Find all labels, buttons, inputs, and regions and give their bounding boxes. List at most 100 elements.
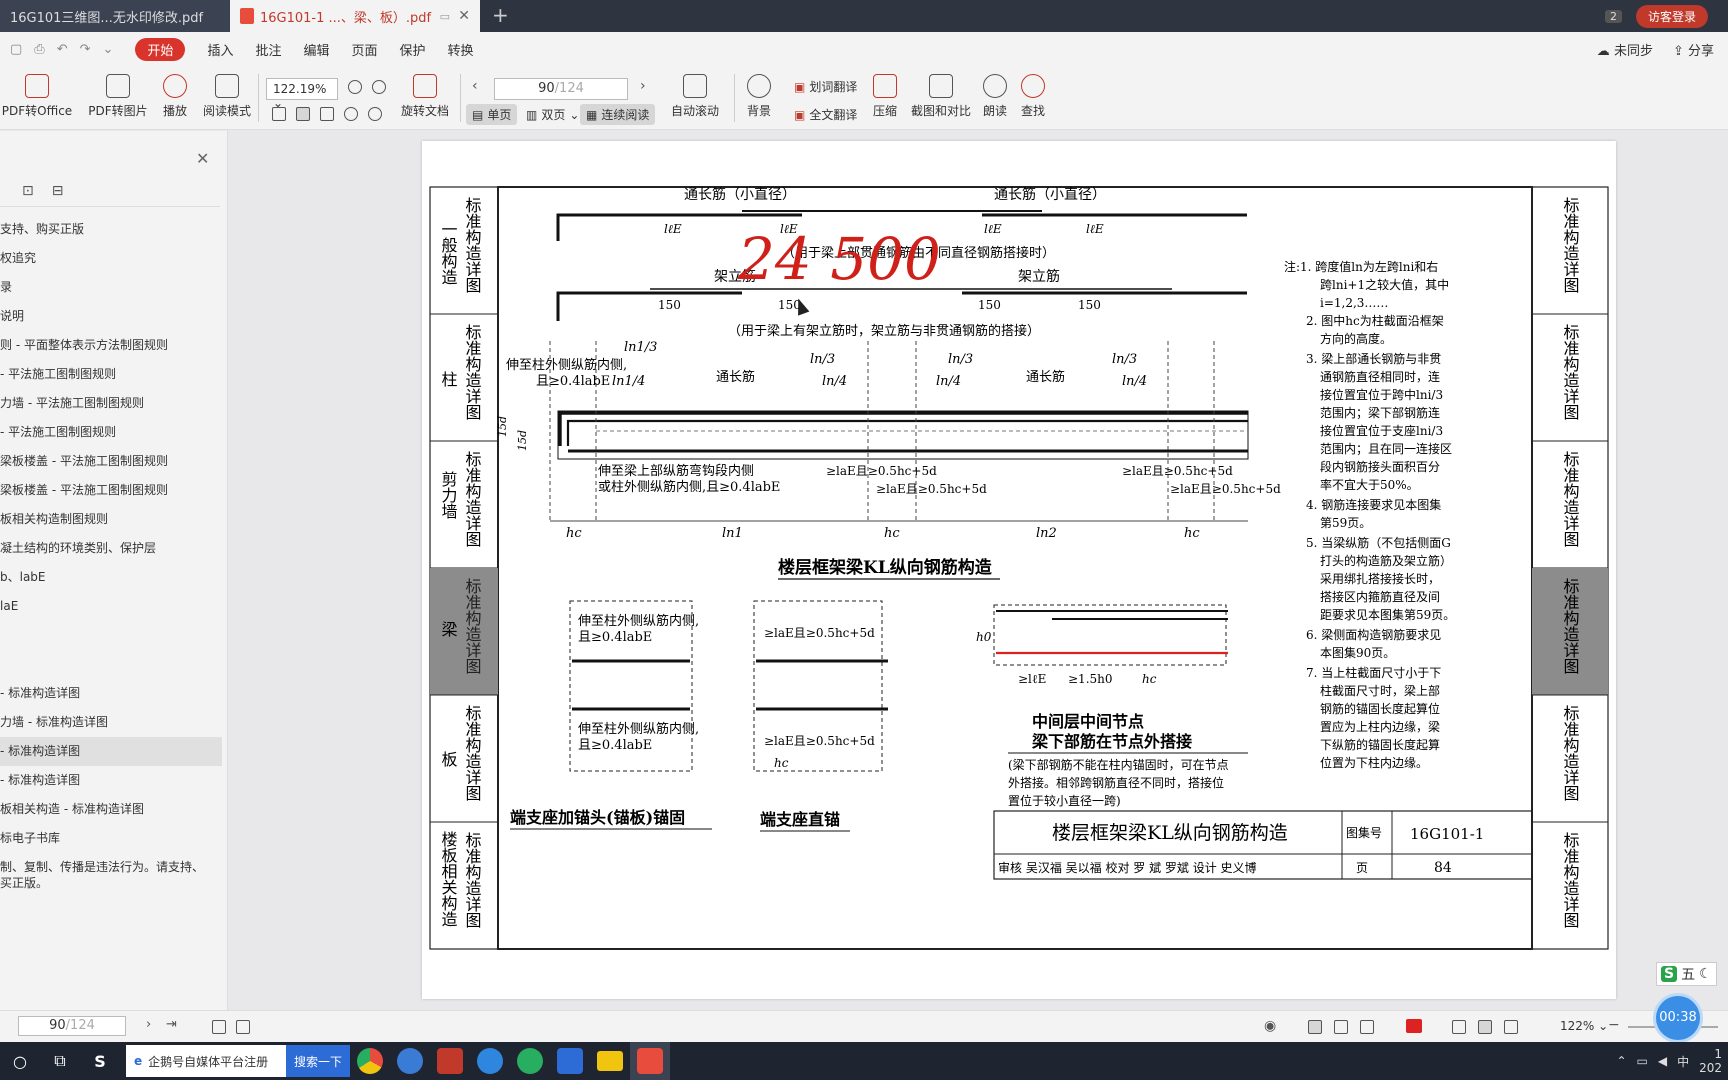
pdf-app-button[interactable]	[630, 1042, 671, 1080]
next-page-icon[interactable]: ›	[146, 1017, 151, 1032]
zoom-out-icon[interactable]	[348, 80, 362, 94]
zoom-level[interactable]: 122% ⌄	[1560, 1019, 1608, 1033]
window-icon[interactable]: ▭	[440, 10, 450, 23]
double-page-button[interactable]: ▥ 双页 ⌄	[520, 104, 585, 125]
bookmark-add-icon[interactable]: ⊡	[22, 183, 34, 199]
auto-scroll-button[interactable]: 自动滚动	[664, 74, 726, 119]
menu-annotate[interactable]: 批注	[255, 40, 281, 59]
close-icon[interactable]: ✕	[196, 149, 209, 168]
menu-page[interactable]: 页面	[351, 40, 377, 59]
volume-icon[interactable]: ◀	[1658, 1054, 1667, 1068]
toc-item[interactable]: 梁板楼盖 - 平法施工图制图规则	[0, 447, 222, 476]
toc-item[interactable]: 梁板楼盖 - 平法施工图制图规则	[0, 476, 222, 505]
window-count-badge[interactable]: 2	[1604, 9, 1622, 23]
find-button[interactable]: 查找	[1020, 74, 1046, 119]
start-button[interactable]: ○	[0, 1042, 40, 1080]
taskbar-search-input[interactable]: e 企鹅号自媒体平台注册	[126, 1045, 286, 1077]
menu-edit[interactable]: 编辑	[303, 40, 329, 59]
chevron-down-icon[interactable]: ⌄	[103, 42, 114, 57]
toc-item[interactable]: 支持、购买正版	[0, 215, 222, 244]
file-explorer-button[interactable]	[590, 1042, 630, 1080]
toc-item[interactable]: 凝土结构的环境类别、保护层	[0, 534, 222, 563]
prev-page-icon[interactable]: ‹	[472, 78, 478, 94]
zoom-select[interactable]: 122.19% ⌄	[266, 78, 338, 110]
toc-item[interactable]: 录	[0, 273, 222, 302]
play-icon[interactable]	[1406, 1019, 1422, 1033]
double-view-icon[interactable]	[1360, 1020, 1374, 1034]
compress-button[interactable]: 压缩	[872, 74, 898, 119]
login-button[interactable]: 访客登录	[1635, 4, 1708, 28]
menu-protect[interactable]: 保护	[400, 40, 426, 59]
bookmark-icon[interactable]: ⊟	[52, 183, 64, 199]
eye-icon[interactable]: ◉	[1264, 1018, 1276, 1034]
app-cad-button[interactable]	[430, 1042, 470, 1080]
close-icon[interactable]: ✕	[458, 8, 470, 24]
app-browser-button[interactable]	[470, 1042, 510, 1080]
app-green-button[interactable]	[510, 1042, 550, 1080]
zoom-out-icon[interactable]: −	[1608, 1017, 1620, 1033]
redo-icon[interactable]: ↷	[80, 42, 91, 57]
full-translate-button[interactable]: ▣ 全文翻译	[788, 104, 863, 125]
toc-item[interactable]: 说明	[0, 302, 222, 331]
status-page-input[interactable]: 90/124	[18, 1016, 126, 1036]
taskbar-search-button[interactable]: 搜索一下	[286, 1045, 351, 1077]
single-page-button[interactable]: ▤ 单页	[466, 104, 518, 125]
document-viewport[interactable]: 一般构造 柱 剪力墙 梁 板 楼板相关构造 标准构造详图 标准构造详图 标准构造…	[229, 131, 1728, 1036]
toc-item[interactable]	[0, 621, 222, 650]
toc-item[interactable]: - 标准构造详图	[0, 679, 222, 708]
zoom-in-icon[interactable]	[372, 80, 386, 94]
print-icon[interactable]: ⎙	[34, 42, 44, 57]
word-translate-button[interactable]: ▣ 划词翻译	[788, 76, 863, 97]
toc-item[interactable]	[0, 650, 222, 679]
menu-convert[interactable]: 转换	[448, 40, 474, 59]
sogou-taskbar-button[interactable]: S	[80, 1042, 120, 1080]
single-view-icon[interactable]	[1334, 1020, 1348, 1034]
toc-item[interactable]: 制、复制、传播是违法行为。请支持、	[0, 859, 222, 875]
pdf-to-image-button[interactable]: PDF转图片	[88, 74, 148, 119]
recording-timer[interactable]: 00:38	[1656, 996, 1700, 1040]
fit-page-icon[interactable]	[1478, 1020, 1492, 1034]
sync-status[interactable]: ☁ 未同步	[1597, 40, 1653, 59]
next-page-icon[interactable]: ›	[640, 78, 646, 94]
toc-item[interactable]: - 平法施工图制图规则	[0, 360, 222, 389]
last-page-icon[interactable]: ⇥	[166, 1017, 177, 1032]
fit-width-icon[interactable]	[1452, 1020, 1466, 1034]
read-mode-button[interactable]: 阅读模式	[202, 74, 252, 119]
app-preview-button[interactable]	[550, 1042, 590, 1080]
actual-size-icon[interactable]	[320, 107, 334, 121]
rotate-document-button[interactable]: 旋转文档	[398, 74, 452, 119]
background-button[interactable]: 背景	[742, 74, 776, 119]
toc-item[interactable]: laE	[0, 592, 222, 621]
toc-item[interactable]: 力墙 - 标准构造详图	[0, 708, 222, 737]
export-icon[interactable]	[236, 1020, 250, 1034]
toc-item[interactable]: - 平法施工图制图规则	[0, 418, 222, 447]
read-aloud-button[interactable]: 朗读	[982, 74, 1008, 119]
fit-page-icon[interactable]	[296, 107, 310, 121]
toc-item-selected[interactable]: - 标准构造详图	[0, 737, 222, 766]
tab-document-1[interactable]: 16G101三维图...无水印修改.pdf	[0, 0, 230, 32]
play-button[interactable]: 播放	[160, 74, 190, 119]
tab-document-2[interactable]: 16G101-1 ...、梁、板）.pdf ▭ ✕	[230, 0, 480, 32]
toc-item[interactable]: 标电子书库	[0, 824, 222, 853]
actual-size-icon[interactable]	[1504, 1020, 1518, 1034]
network-icon[interactable]: ▭	[1637, 1054, 1648, 1068]
chevron-up-icon[interactable]: ⌃	[1616, 1054, 1626, 1068]
share-button[interactable]: ⇪ 分享	[1673, 40, 1714, 59]
ime-indicator[interactable]: S 五 ☾	[1656, 962, 1717, 986]
chrome-button[interactable]	[350, 1042, 390, 1080]
toc-item[interactable]: 力墙 - 平法施工图制图规则	[0, 389, 222, 418]
clock[interactable]: 1 202	[1699, 1047, 1722, 1075]
task-view-button[interactable]: ⧉	[40, 1042, 80, 1080]
page-number-input[interactable]: 90/124	[494, 78, 628, 100]
toc-item[interactable]: 买正版。	[0, 875, 222, 891]
toc-item[interactable]: 权追究	[0, 244, 222, 273]
toc-item[interactable]: 则 - 平面整体表示方法制图规则	[0, 331, 222, 360]
menu-start[interactable]: 开始	[135, 37, 186, 61]
save-icon[interactable]: ▢	[10, 42, 22, 57]
rotate-left-icon[interactable]	[344, 107, 358, 121]
new-tab-button[interactable]: +	[492, 0, 509, 32]
toc-item[interactable]: 板相关构造 - 标准构造详图	[0, 795, 222, 824]
toc-item[interactable]: - 标准构造详图	[0, 766, 222, 795]
continuous-read-button[interactable]: ▦ 连续阅读	[580, 104, 656, 125]
toc-item[interactable]: 板相关构造制图规则	[0, 505, 222, 534]
